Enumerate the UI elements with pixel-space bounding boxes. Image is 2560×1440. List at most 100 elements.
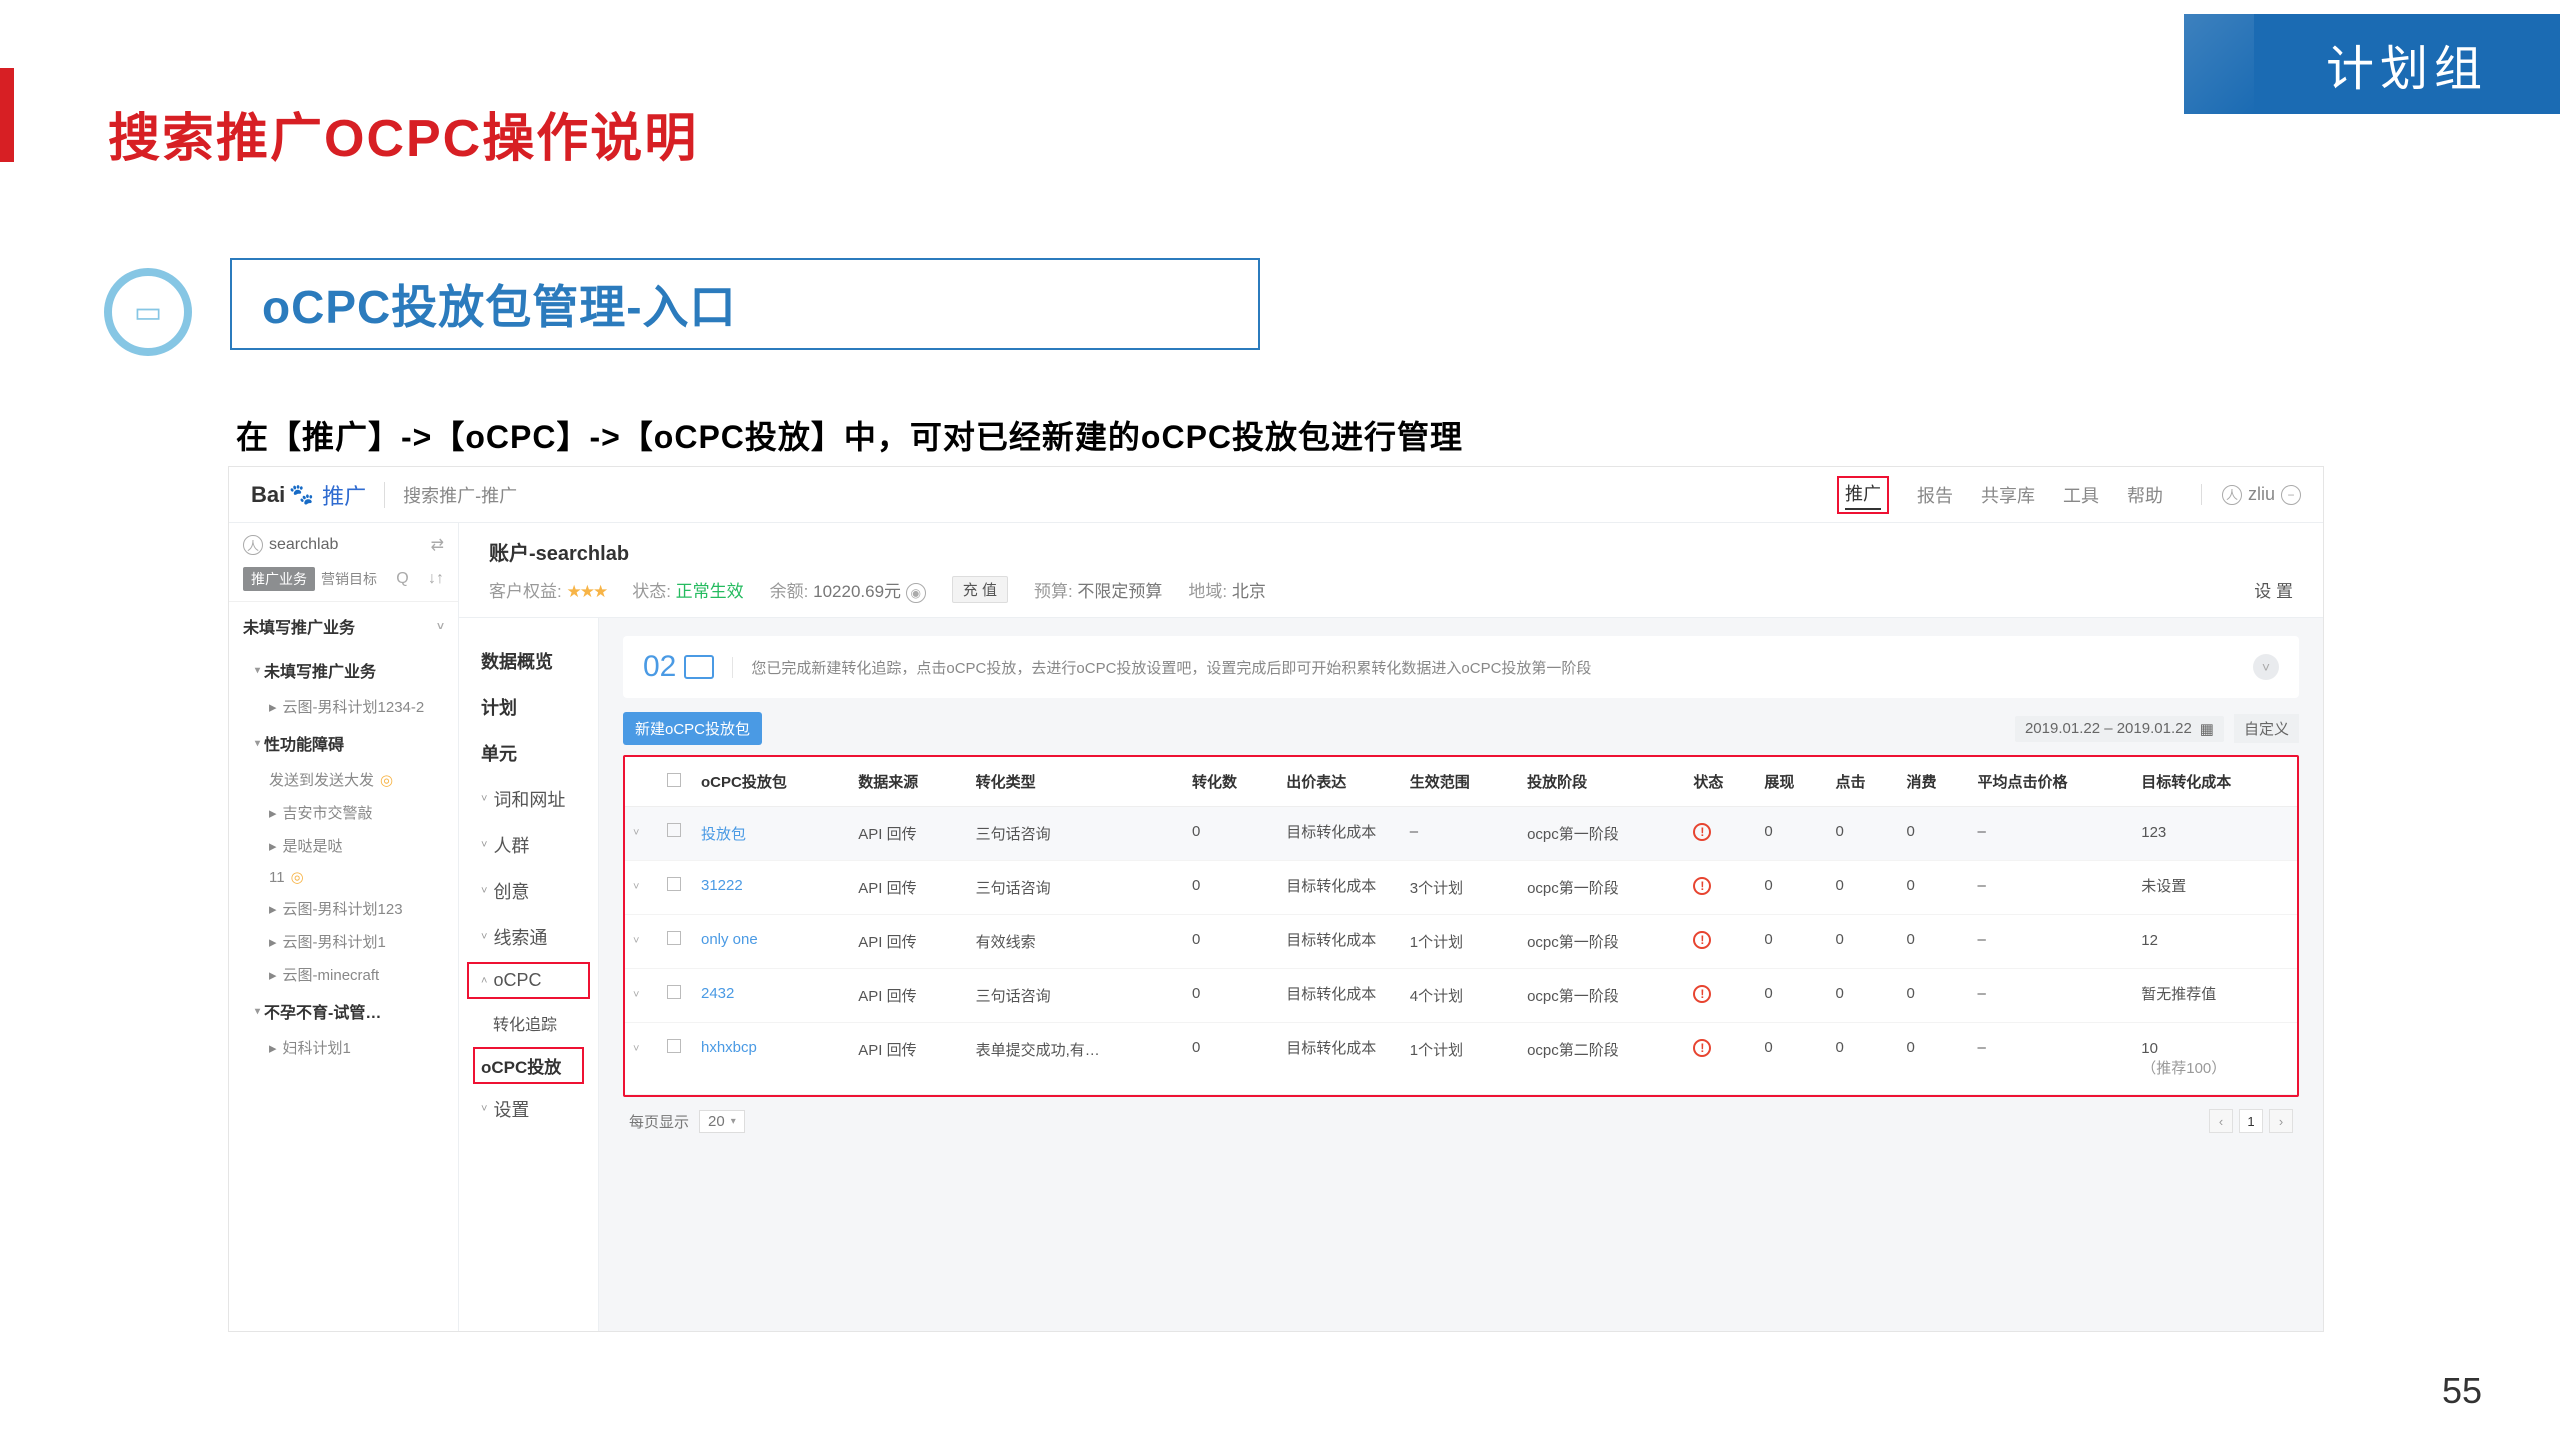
tab-business[interactable]: 推广业务 — [243, 567, 315, 591]
sidebar-group-1[interactable]: ▾未填写推广业务 — [229, 650, 458, 690]
pkg-link[interactable]: 2432 — [701, 985, 734, 1002]
col-type[interactable]: 转化类型 — [968, 757, 1184, 807]
status-label: 状态: — [632, 582, 671, 601]
sidebar-item[interactable]: ▸云图-男科计划1 — [229, 925, 458, 958]
cell-status: ! — [1685, 969, 1756, 1023]
col-status[interactable]: 状态 — [1685, 757, 1756, 807]
logo[interactable]: Bai 🐾 推广 — [251, 479, 366, 511]
expand-icon[interactable]: ˅ — [633, 1043, 639, 1055]
expand-icon[interactable]: ˅ — [633, 935, 639, 947]
col-clk[interactable]: 点击 — [1827, 757, 1898, 807]
sort-icon[interactable]: ↓↑ — [428, 570, 444, 588]
minus-icon[interactable]: − — [2281, 485, 2301, 505]
date-range[interactable]: 2019.01.22 – 2019.01.22▦ — [2015, 716, 2224, 742]
cell-stage: ocpc第一阶段 — [1519, 969, 1685, 1023]
col-stage[interactable]: 投放阶段 — [1519, 757, 1685, 807]
sidebar-item[interactable]: ▸是哒是哒 — [229, 829, 458, 862]
sidebar-item[interactable]: ▸云图-男科计划123 — [229, 892, 458, 925]
row-checkbox[interactable] — [667, 985, 681, 999]
top-bar: Bai 🐾 推广 搜索推广-推广 推广 报告 共享库 工具 帮助 人 zliu … — [229, 467, 2323, 523]
mn-settings[interactable]: ˅设置 — [459, 1086, 598, 1132]
nav-report[interactable]: 报告 — [1917, 482, 1953, 508]
col-tcost[interactable]: 目标转化成本 — [2133, 757, 2297, 807]
nav-tools[interactable]: 工具 — [2063, 482, 2099, 508]
collapse-icon[interactable]: ˅ — [2253, 654, 2279, 680]
expand-icon[interactable]: ˅ — [633, 989, 639, 1001]
mn-track[interactable]: 转化追踪 — [459, 1001, 598, 1045]
expand-icon[interactable]: ˅ — [633, 881, 639, 893]
sidebar-item[interactable]: ▸云图-minecraft — [229, 958, 458, 991]
sidebar-item[interactable]: 发送到发送大发◎ — [229, 763, 458, 796]
cell-clk: 0 — [1827, 861, 1898, 915]
cell-conv: 0 — [1184, 1023, 1278, 1095]
logo-bai: Bai — [251, 482, 285, 508]
cell-imp: 0 — [1756, 861, 1827, 915]
sidebar-item[interactable]: ▸妇科计划1 — [229, 1031, 458, 1064]
sidebar-cat-empty[interactable]: 未填写推广业务˅ — [229, 601, 458, 650]
col-conv[interactable]: 转化数 — [1184, 757, 1278, 807]
account-bar: 账户-searchlab 客户权益: ★★★ 状态: 正常生效 余额: 1022… — [459, 523, 2323, 618]
nav-share[interactable]: 共享库 — [1981, 482, 2035, 508]
cell-scope: – — [1402, 807, 1519, 861]
next-page-button[interactable]: › — [2269, 1109, 2293, 1133]
new-ocpc-button[interactable]: 新建oCPC投放包 — [623, 712, 762, 745]
mn-ocpc-deliver[interactable]: oCPC投放 — [481, 1058, 561, 1077]
col-bid[interactable]: 出价表达 — [1278, 757, 1402, 807]
prev-page-button[interactable]: ‹ — [2209, 1109, 2233, 1133]
nav-help[interactable]: 帮助 — [2127, 482, 2163, 508]
eye-icon[interactable]: ◉ — [906, 583, 926, 603]
col-pkg[interactable]: oCPC投放包 — [693, 757, 850, 807]
table-row: ˅31222API 回传三句话咨询0目标转化成本3个计划ocpc第一阶段!000… — [625, 861, 2297, 915]
mn-plan[interactable]: 计划 — [459, 684, 598, 730]
mn-ocpc[interactable]: ˄oCPC — [469, 964, 588, 997]
pkg-link[interactable]: 31222 — [701, 877, 743, 894]
left-sidebar: 人searchlab ⇄ 推广业务 营销目标 Q ↓↑ 未填写推广业务˅ ▾未填… — [229, 523, 459, 1331]
logo-paw-icon: 🐾 — [289, 482, 314, 507]
step-badge: 02 — [643, 650, 714, 684]
swap-icon[interactable]: ⇄ — [431, 535, 444, 555]
cell-stage: ocpc第二阶段 — [1519, 1023, 1685, 1095]
top-nav: 推广 报告 共享库 工具 帮助 人 zliu − — [1837, 476, 2301, 514]
col-src[interactable]: 数据来源 — [850, 757, 967, 807]
mn-overview[interactable]: 数据概览 — [459, 638, 598, 684]
sidebar-item[interactable]: 11◎ — [229, 862, 458, 892]
pkg-link[interactable]: only one — [701, 931, 758, 948]
row-checkbox[interactable] — [667, 877, 681, 891]
checkbox-all[interactable] — [667, 773, 681, 787]
pkg-link[interactable]: hxhxbcp — [701, 1039, 757, 1056]
col-cpc[interactable]: 平均点击价格 — [1970, 757, 2134, 807]
filter-icon[interactable]: Q — [396, 570, 408, 588]
mn-keyword[interactable]: ˅词和网址 — [459, 776, 598, 822]
recharge-button[interactable]: 充 值 — [952, 576, 1008, 603]
col-imp[interactable]: 展现 — [1756, 757, 1827, 807]
mn-lead[interactable]: ˅线索通 — [459, 914, 598, 960]
sidebar-item[interactable]: ▸吉安市交警敲 — [229, 796, 458, 829]
row-checkbox[interactable] — [667, 931, 681, 945]
user-icon: 人 — [2222, 485, 2242, 505]
row-checkbox[interactable] — [667, 1039, 681, 1053]
row-checkbox[interactable] — [667, 823, 681, 837]
cell-stage: ocpc第一阶段 — [1519, 861, 1685, 915]
chevron-down-icon: ˅ — [481, 885, 487, 897]
col-scope[interactable]: 生效范围 — [1402, 757, 1519, 807]
cell-clk: 0 — [1827, 969, 1898, 1023]
warn-dot-icon: ◎ — [380, 771, 393, 789]
tab-goal[interactable]: 营销目标 — [321, 569, 377, 589]
mn-crowd[interactable]: ˅人群 — [459, 822, 598, 868]
page-size-select[interactable]: 20▾ — [699, 1110, 745, 1133]
expand-icon[interactable]: ˅ — [633, 827, 639, 839]
pkg-link[interactable]: 投放包 — [701, 826, 746, 843]
sidebar-account-row[interactable]: 人searchlab ⇄ — [229, 523, 458, 567]
col-cost[interactable]: 消费 — [1899, 757, 1970, 807]
custom-button[interactable]: 自定义 — [2234, 714, 2299, 743]
sidebar-group-2[interactable]: ▾性功能障碍 — [229, 723, 458, 763]
page-1-button[interactable]: 1 — [2239, 1109, 2263, 1133]
user-chip[interactable]: 人 zliu − — [2201, 484, 2301, 505]
sidebar-group-3[interactable]: ▾不孕不育-试管… — [229, 991, 458, 1031]
settings-link[interactable]: 设 置 — [2254, 577, 2293, 602]
mn-unit[interactable]: 单元 — [459, 730, 598, 776]
sidebar-item[interactable]: ▸云图-男科计划1234-2 — [229, 690, 458, 723]
cell-cost: 0 — [1899, 1023, 1970, 1095]
nav-promo[interactable]: 推广 — [1845, 484, 1881, 510]
mn-creative[interactable]: ˅创意 — [459, 868, 598, 914]
